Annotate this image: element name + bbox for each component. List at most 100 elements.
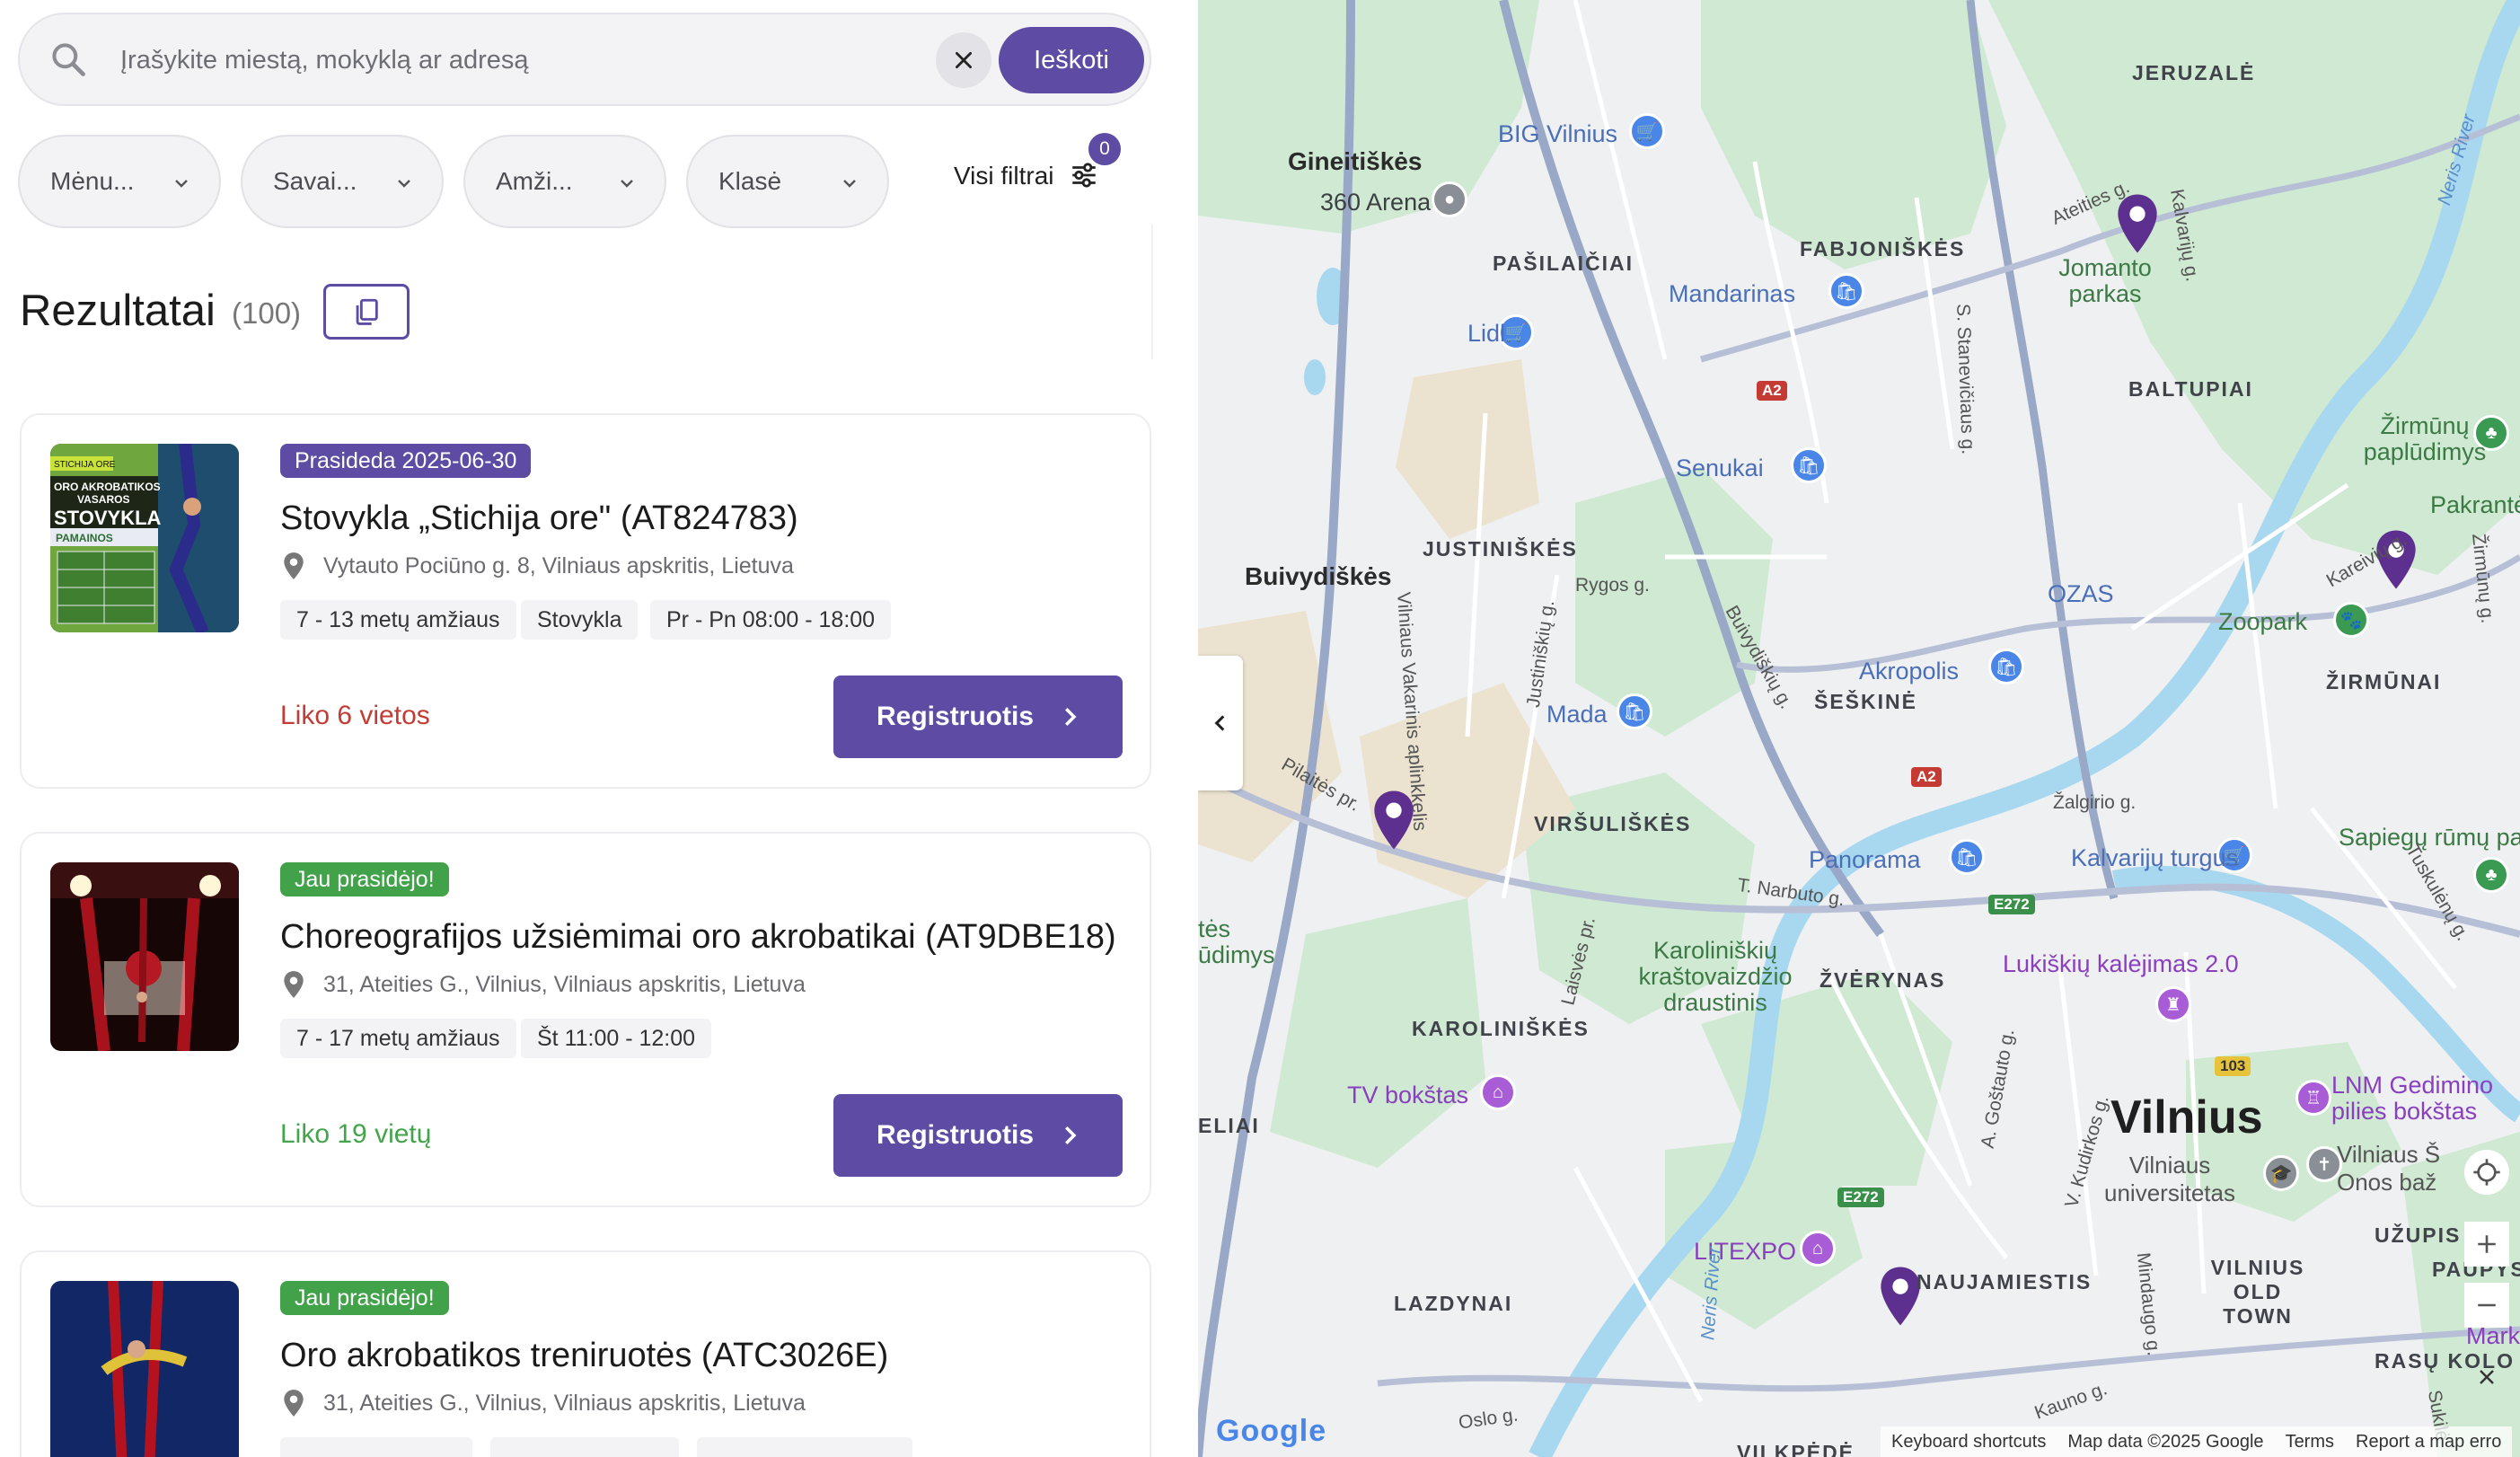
terms-link[interactable]: Terms (2286, 1432, 2334, 1453)
results-count: (100) (232, 296, 302, 330)
map-canvas[interactable] (1198, 0, 2520, 1457)
activity-address: Vytauto Pociūno g. 8, Vilniaus apskritis… (323, 553, 794, 578)
shopping-bag-icon[interactable]: 🛍 (1949, 839, 1985, 875)
shopping-bag-icon[interactable]: 🛍 (1988, 649, 2024, 684)
register-label: Registruotis (877, 1120, 1035, 1150)
filter-age-label: Amži... (496, 167, 573, 195)
close-map-button[interactable] (2464, 1355, 2509, 1400)
district-label: UŽUPIS (2375, 1223, 2462, 1247)
poi-label: Akropolis (1859, 658, 1960, 684)
register-button[interactable]: Registruotis (833, 676, 1123, 758)
my-location-button[interactable] (2464, 1150, 2509, 1195)
shopping-bag-icon[interactable]: 🛍 (1791, 447, 1827, 483)
age-tag (280, 1437, 472, 1457)
park-label: tės ūdimys (1198, 915, 1275, 968)
activity-thumbnail (50, 862, 239, 1051)
poi-label: Senukai (1676, 455, 1764, 481)
filter-weekday[interactable]: Savai... (241, 135, 444, 228)
type-tag (490, 1437, 679, 1457)
district-label: PAŠILAIČIAI (1493, 252, 1634, 275)
shopping-cart-icon[interactable]: 🛒 (1629, 113, 1665, 149)
filter-class[interactable]: Klasė (686, 135, 889, 228)
clear-search-button[interactable] (936, 32, 991, 88)
age-tag: 7 - 13 metų amžiaus (280, 600, 516, 640)
map[interactable]: 🛒 🛍 🛒 🛍 🛍 🛍 🛍 🛒 ● 🐾 ♣ ♣ ♜ ⌂ ⌂ ♖ 🎓 ✝ A2 A… (1198, 0, 2520, 1457)
landmark-icon[interactable]: ♜ (2155, 986, 2191, 1022)
search-input[interactable] (119, 36, 930, 84)
castle-icon[interactable]: ♖ (2295, 1080, 2331, 1116)
type-tag: Stovykla (521, 600, 639, 640)
search-icon (52, 43, 85, 76)
district-label: VILNIUS OLD TOWN (2210, 1256, 2305, 1328)
filter-age[interactable]: Amži... (463, 135, 666, 228)
place-label: Buivydiškės (1245, 562, 1392, 590)
active-filters-count-badge: 0 (1087, 131, 1123, 167)
schedule-tag (697, 1437, 912, 1457)
park-label: Sapiegų rūmų park (2339, 824, 2520, 851)
zoom-in-button[interactable] (2464, 1222, 2509, 1267)
activity-thumbnail (50, 1281, 239, 1457)
district-label: LAZDYNAI (1394, 1292, 1513, 1315)
road-badge: A2 (1757, 381, 1787, 401)
zoom-out-button[interactable] (2464, 1283, 2509, 1328)
park-label: Pakrantės (2430, 491, 2520, 518)
search-button[interactable]: Ieškoti (999, 27, 1144, 93)
all-filters-button[interactable]: Visi filtrai (954, 162, 1054, 190)
close-icon (956, 52, 972, 68)
poi-label: BIG Vilnius (1498, 120, 1618, 147)
keyboard-shortcuts-link[interactable]: Keyboard shortcuts (1891, 1432, 2046, 1453)
street-label: Žalgirio g. (2053, 792, 2137, 813)
activity-card[interactable]: Jau prasidėjo! Oro akrobatikos treniruot… (20, 1250, 1151, 1457)
poi-label: OZAS (2048, 580, 2114, 607)
exhibition-icon[interactable]: ⌂ (1800, 1231, 1836, 1267)
shopping-bag-icon[interactable]: 🛍 (1828, 273, 1864, 309)
district-label: ŽIRMŪNAI (2326, 670, 2442, 693)
district-label: KAROLINIŠKĖS (1412, 1017, 1590, 1040)
age-tag: 7 - 17 metų amžiaus (280, 1019, 516, 1058)
filter-month[interactable]: Mėnu... (18, 135, 221, 228)
chevron-down-icon (398, 180, 410, 188)
park-icon[interactable]: ♣ (2473, 857, 2509, 893)
report-map-error-link[interactable]: Report a map erro (2356, 1432, 2501, 1453)
park-label: Žirmūnų paplūdimys (2363, 412, 2487, 465)
place-label: 360 Arena (1320, 189, 1432, 216)
district-label: JUSTINIŠKĖS (1423, 537, 1578, 561)
collapse-panel-button[interactable] (1198, 656, 1243, 790)
map-pin[interactable] (2114, 192, 2161, 255)
poi-label: Lukiškių kalėjimas 2.0 (2003, 950, 2239, 977)
university-icon[interactable]: 🎓 (2263, 1155, 2299, 1191)
park-label: Karoliniškių kraštovaizdžio draustinis (1638, 937, 1793, 1016)
activity-address: 31, Ateities G., Vilnius, Vilniaus apskr… (323, 1391, 806, 1416)
shopping-bag-icon[interactable]: 🛍 (1617, 693, 1652, 729)
stadium-icon[interactable]: ● (1432, 181, 1467, 217)
street-label: Rygos g. (1575, 575, 1650, 596)
poi-label: Kalvarijų turgus (2071, 844, 2239, 871)
filter-weekday-label: Savai... (273, 167, 357, 195)
city-label: Vilnius (2110, 1091, 2263, 1144)
chevron-left-icon (1214, 715, 1225, 731)
places-left: Liko 6 vietos (280, 701, 430, 730)
chevron-down-icon (621, 180, 633, 188)
crosshair-icon (2473, 1159, 2500, 1186)
district-label: FABJONIŠKĖS (1800, 237, 1966, 260)
poi-label: Mada (1546, 701, 1608, 728)
divider (1151, 225, 1153, 359)
thumb-line-text: ORO AKROBATIKOS (54, 481, 161, 493)
zoo-icon[interactable]: 🐾 (2333, 602, 2369, 638)
copy-results-button[interactable] (323, 284, 410, 340)
activity-title[interactable]: Stovykla „Stichija ore" (AT824783) (280, 499, 798, 538)
activity-card[interactable]: Jau prasidėjo! Choreografijos užsiėmimai… (20, 832, 1151, 1207)
filter-month-label: Mėnu... (50, 167, 135, 195)
register-button[interactable]: Registruotis (833, 1094, 1123, 1177)
activity-title[interactable]: Choreografijos užsiėmimai oro akrobatika… (280, 918, 1116, 957)
activity-title[interactable]: Oro akrobatikos treniruotės (ATC3026E) (280, 1337, 888, 1375)
road-badge: 103 (2215, 1056, 2251, 1076)
activity-card[interactable]: STICHIJA ORE ORO AKROBATIKOS VASAROS STO… (20, 413, 1151, 789)
schedule-tag: Št 11:00 - 12:00 (521, 1019, 712, 1058)
park-label: Jomanto parkas (2058, 254, 2152, 307)
tv-tower-icon[interactable]: ⌂ (1480, 1074, 1516, 1110)
map-data-attribution: Map data ©2025 Google (2067, 1431, 2264, 1452)
chevron-right-icon (1065, 1126, 1077, 1144)
thumb-title-text: STOVYKLA (54, 507, 162, 529)
register-label: Registruotis (877, 702, 1035, 731)
